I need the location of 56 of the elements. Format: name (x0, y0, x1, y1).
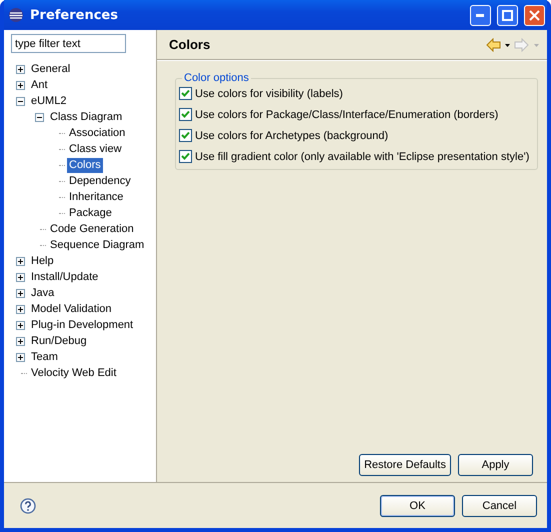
checkbox[interactable] (179, 129, 192, 142)
maximize-icon (502, 10, 513, 20)
tree-item[interactable]: Class Diagram (48, 110, 124, 124)
tree-item[interactable]: Plug-in Development (29, 318, 136, 332)
app-icon (8, 7, 24, 23)
filter-field[interactable]: type filter text (11, 34, 126, 53)
tree-item[interactable]: Run/Debug (29, 334, 89, 348)
page-title: Colors (169, 37, 212, 52)
collapse-icon[interactable] (35, 112, 44, 122)
expand-icon[interactable] (16, 352, 25, 362)
group-title: Color options (182, 71, 251, 85)
tree-item[interactable]: Dependency (67, 174, 133, 188)
tree-item[interactable]: Velocity Web Edit (29, 366, 118, 380)
close-icon (529, 10, 540, 20)
expand-icon[interactable] (16, 64, 25, 74)
tree-item[interactable]: Install/Update (29, 270, 100, 284)
tree-item[interactable]: Help (29, 254, 56, 268)
tree-item[interactable]: Class view (67, 142, 124, 156)
tree-item[interactable]: Colors (67, 158, 103, 172)
expand-icon[interactable] (16, 80, 25, 90)
checkbox-label: Use colors for Archetypes (background) (195, 130, 388, 142)
cancel-button[interactable]: Cancel (462, 494, 537, 516)
back-arrow-icon[interactable] (486, 38, 510, 52)
checkbox-label: Use colors for Package/Class/Interface/Enumeration (borders) (195, 108, 498, 120)
expand-icon[interactable] (16, 272, 25, 282)
maximize-button[interactable] (497, 4, 518, 26)
checkbox[interactable] (179, 150, 192, 163)
expand-icon[interactable] (16, 304, 25, 314)
tree-item[interactable]: Package (67, 206, 114, 220)
tree-item[interactable]: Ant (29, 78, 50, 92)
minimize-icon (476, 14, 485, 16)
checkbox-label: Use fill gradient color (only available with 'Eclipse presentation style') (195, 150, 530, 162)
expand-icon[interactable] (16, 256, 25, 266)
help-icon[interactable] (20, 498, 36, 514)
expand-icon[interactable] (16, 288, 25, 298)
close-button[interactable] (524, 4, 545, 26)
tree-item[interactable]: Team (29, 350, 60, 364)
expand-icon[interactable] (16, 320, 25, 330)
checkbox-label: Use colors for visibility (labels) (195, 88, 343, 100)
tree-item[interactable]: Inheritance (67, 190, 126, 204)
tree-item[interactable]: General (29, 62, 72, 76)
tree-item[interactable]: Java (29, 286, 56, 300)
window-title: Preferences (30, 8, 119, 22)
collapse-icon[interactable] (16, 96, 25, 106)
checkbox[interactable] (179, 87, 192, 100)
expand-icon[interactable] (16, 336, 25, 346)
tree-item[interactable]: Sequence Diagram (48, 238, 146, 252)
minimize-button[interactable] (470, 4, 491, 26)
restore-defaults-button[interactable]: Restore Defaults (359, 454, 451, 476)
ok-button[interactable]: OK (380, 494, 455, 516)
apply-button[interactable]: Apply (458, 454, 533, 476)
checkbox[interactable] (179, 108, 192, 121)
tree-item[interactable]: Code Generation (48, 222, 136, 236)
tree-item[interactable]: Model Validation (29, 302, 114, 316)
tree-item[interactable]: eUML2 (29, 94, 68, 108)
tree-item[interactable]: Association (67, 126, 128, 140)
